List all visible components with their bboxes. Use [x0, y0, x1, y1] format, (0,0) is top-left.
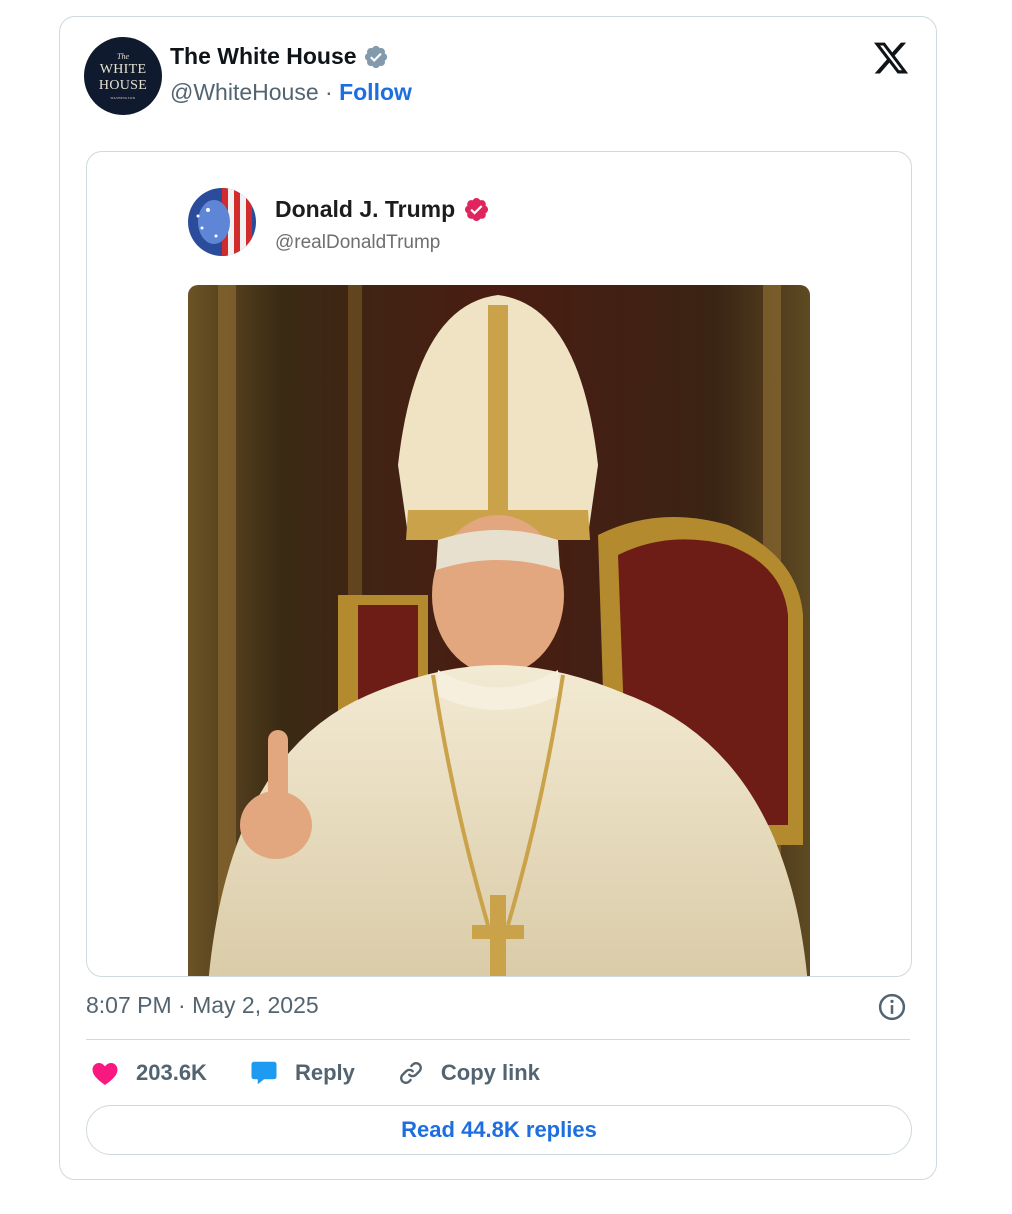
- inner-author-handle: @realDonaldTrump: [275, 232, 441, 253]
- divider: [86, 1039, 910, 1040]
- reply-label: Reply: [294, 1060, 355, 1085]
- like-count: 203.6K: [136, 1060, 207, 1085]
- author-name-row: The White House: [170, 43, 389, 70]
- embedded-image-card[interactable]: Donald J. Trump @realDonaldTrump: [86, 151, 912, 977]
- handle-separator: ·: [325, 79, 340, 105]
- avatar-text-line1: WHITE: [99, 61, 147, 77]
- author-handle-row: @WhiteHouse · Follow: [170, 79, 412, 106]
- author-avatar[interactable]: The WHITE HOUSE WASHINGTON: [84, 37, 162, 115]
- inner-avatar: [188, 188, 256, 256]
- tweet-card: The WHITE HOUSE WASHINGTON The White Hou…: [59, 16, 937, 1180]
- x-logo-icon[interactable]: [872, 39, 910, 77]
- tweet-timestamp[interactable]: 8:07 PM · May 2, 2025: [86, 992, 319, 1019]
- follow-button[interactable]: Follow: [339, 79, 412, 105]
- verified-badge-icon: [364, 45, 387, 68]
- action-bar: 203.6K Reply Copy link: [90, 1057, 582, 1089]
- avatar-text-top: The: [117, 51, 129, 61]
- info-icon[interactable]: [877, 992, 907, 1022]
- inner-author-name: Donald J. Trump: [275, 196, 456, 222]
- copy-link-label: Copy link: [440, 1060, 540, 1085]
- portrait-image: [188, 285, 810, 976]
- like-button[interactable]: 203.6K: [90, 1058, 207, 1088]
- inner-name-row: Donald J. Trump: [275, 196, 490, 223]
- verified-badge-icon: [465, 197, 489, 222]
- avatar-text-line2: HOUSE: [98, 77, 148, 93]
- copy-link-button[interactable]: Copy link: [397, 1059, 540, 1087]
- reply-bubble-icon: [251, 1061, 277, 1085]
- link-icon: [399, 1062, 422, 1084]
- avatar-text-bottom: WASHINGTON: [110, 95, 136, 100]
- reply-button[interactable]: Reply: [249, 1058, 355, 1088]
- author-handle[interactable]: @WhiteHouse: [170, 79, 319, 105]
- read-replies-button[interactable]: Read 44.8K replies: [86, 1105, 912, 1155]
- heart-icon: [92, 1063, 118, 1085]
- author-name[interactable]: The White House: [170, 43, 357, 70]
